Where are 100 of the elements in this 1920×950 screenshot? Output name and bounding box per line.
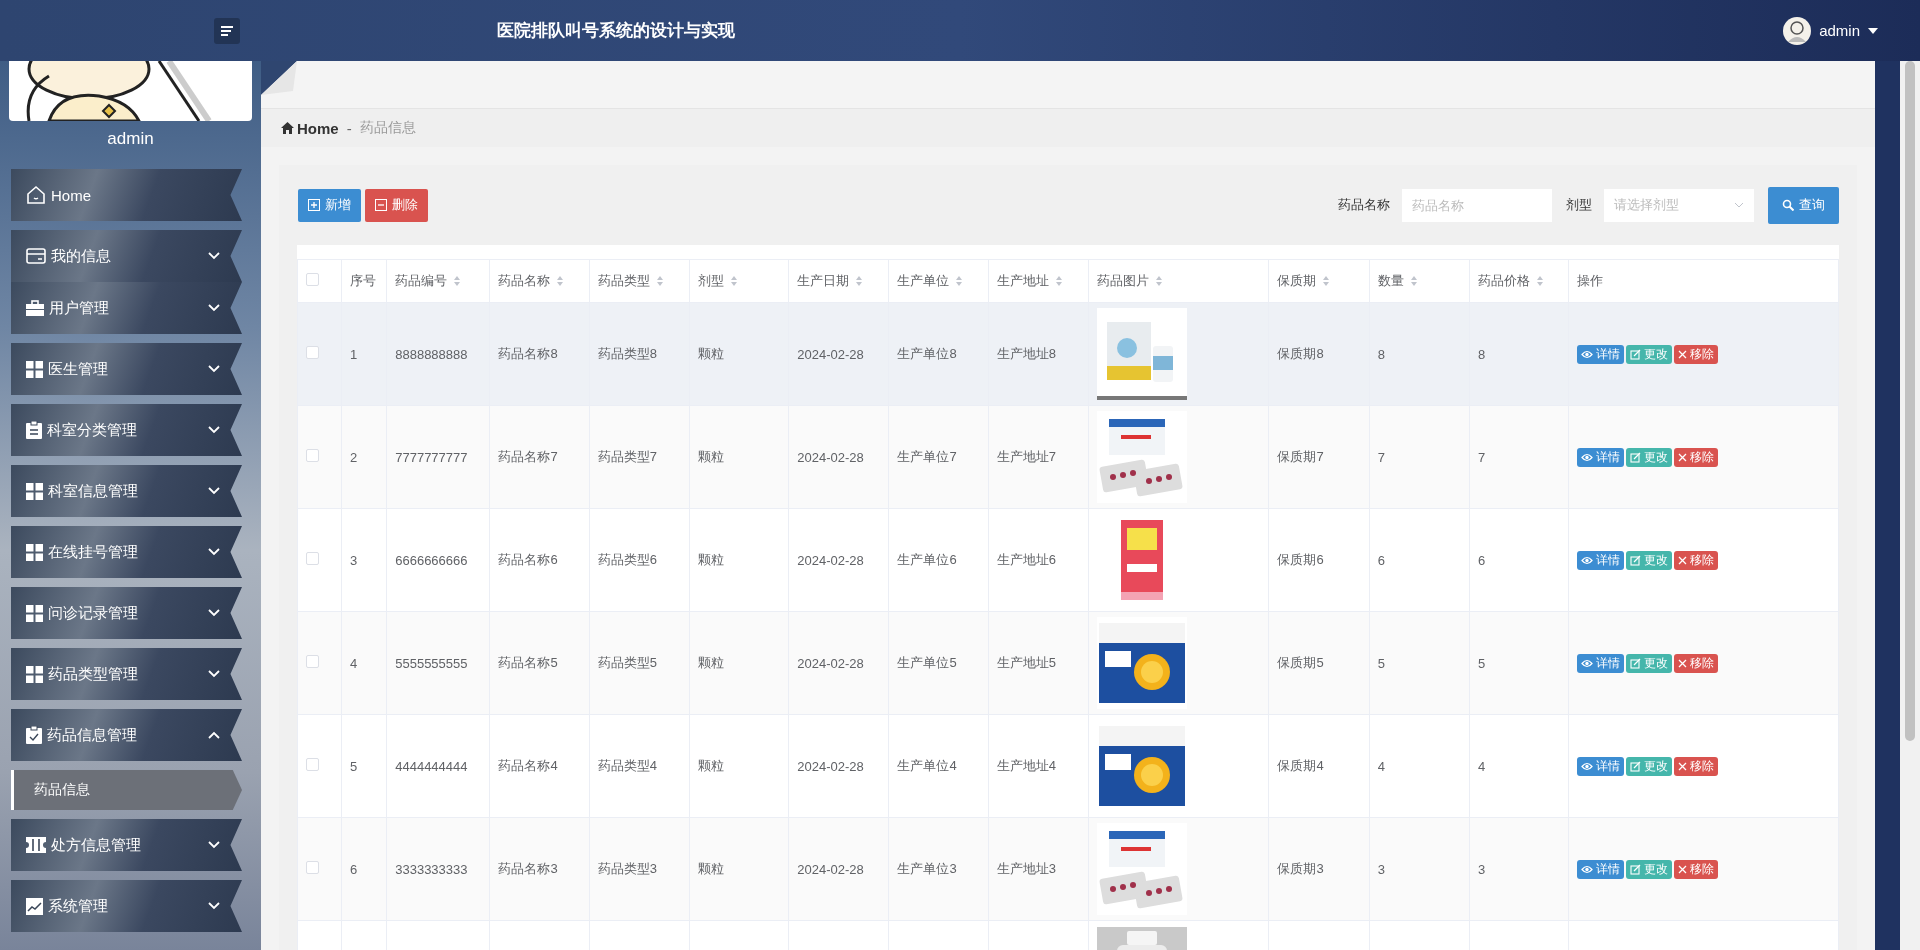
nav-item[interactable]: 用户管理 (11, 282, 242, 334)
edit-icon (1630, 657, 1642, 669)
table-cell: 生产单位6 (897, 552, 957, 567)
table-cell: 保质期3 (1277, 861, 1324, 876)
nav-item[interactable]: 在线挂号管理 (11, 526, 242, 578)
nav-item[interactable]: 问诊记录管理 (11, 587, 242, 639)
table-cell: 2024-02-28 (797, 758, 864, 774)
close-icon (1678, 555, 1688, 565)
remove-button[interactable]: 移除 (1674, 653, 1719, 673)
home-icon (281, 122, 294, 134)
view-button[interactable]: 详情 (1577, 447, 1625, 467)
view-button[interactable]: 详情 (1577, 550, 1625, 570)
row-checkbox[interactable] (306, 346, 319, 359)
table-row[interactable]: 4 5555555555 药品名称5 药品类型5 颗粒 2024-02-28 生产单位5 生产地址5 保质期5 5 5 详情 更改 移除 (297, 611, 1839, 715)
sort-icon[interactable] (1409, 275, 1418, 287)
avatar-icon[interactable] (1783, 16, 1812, 45)
table-cell: 药品类型8 (597, 346, 657, 361)
delete-button[interactable]: 删除 (365, 188, 428, 222)
view-button[interactable]: 详情 (1577, 653, 1625, 673)
grid-icon (26, 360, 43, 378)
sort-icon[interactable] (655, 275, 664, 287)
nav-item[interactable]: Home (11, 169, 242, 221)
name-search-field[interactable]: 药品名称 (1402, 188, 1552, 222)
select-all-checkbox[interactable] (306, 273, 319, 286)
row-checkbox[interactable] (306, 758, 319, 771)
user-name[interactable]: admin (1819, 22, 1860, 39)
chevron-down-icon (208, 365, 220, 373)
sort-icon[interactable] (955, 275, 964, 287)
view-button[interactable]: 详情 (1577, 859, 1625, 879)
row-checkbox[interactable] (306, 861, 319, 874)
row-checkbox[interactable] (306, 655, 319, 668)
grid-icon (26, 665, 43, 683)
table-cell: 生产地址7 (996, 449, 1056, 464)
remove-button[interactable]: 移除 (1674, 344, 1719, 364)
remove-button[interactable]: 移除 (1674, 550, 1719, 570)
column-header[interactable]: 剂型 (698, 272, 738, 290)
column-header[interactable]: 药品图片 (1097, 272, 1163, 290)
chevron-down-icon (208, 841, 220, 849)
table-row[interactable]: 1 8888888888 药品名称8 药品类型8 颗粒 2024-02-28 生产单位8 生产地址8 保质期8 8 8 详情 更改 移除 (297, 302, 1839, 406)
menu-toggle-button[interactable] (214, 17, 240, 44)
breadcrumb-home[interactable]: Home (281, 119, 339, 137)
table-cell: 颗粒 (698, 449, 724, 464)
table-cell: 保质期6 (1277, 552, 1324, 567)
search-button[interactable]: 查询 (1768, 186, 1839, 224)
table-cell: 保质期5 (1277, 655, 1324, 670)
chart-icon (26, 897, 43, 915)
grid-icon (26, 543, 43, 561)
chevron-down-icon (208, 670, 220, 678)
table-row[interactable]: 3 6666666666 药品名称6 药品类型6 颗粒 2024-02-28 生产单位6 生产地址6 保质期6 6 6 详情 更改 移除 (297, 508, 1839, 612)
table-row[interactable]: 5 4444444444 药品名称4 药品类型4 颗粒 2024-02-28 生产单位4 生产地址4 保质期4 4 4 详情 更改 移除 (297, 714, 1839, 818)
eye-icon (1581, 452, 1594, 462)
table-cell: 生产单位7 (897, 449, 957, 464)
view-button[interactable]: 详情 (1577, 756, 1625, 776)
table-cell: 药品类型5 (597, 655, 657, 670)
table-row[interactable]: 2 7777777777 药品名称7 药品类型7 颗粒 2024-02-28 生产单位7 生产地址7 保质期7 7 7 详情 更改 移除 (297, 405, 1839, 509)
table-cell: 生产地址4 (996, 758, 1056, 773)
sort-icon[interactable] (1535, 275, 1544, 287)
nav-subitem[interactable]: 药品信息 (11, 770, 242, 810)
table-cell: 颗粒 (698, 346, 724, 361)
remove-button[interactable]: 移除 (1674, 859, 1719, 879)
table-cell: 4 (350, 655, 358, 671)
close-icon (1678, 658, 1688, 668)
table-cell: 3333333333 (395, 861, 468, 877)
remove-button[interactable]: 移除 (1674, 447, 1719, 467)
field-label: 剂型 (1566, 196, 1592, 214)
clipboard-icon (26, 421, 42, 439)
sort-icon[interactable] (855, 275, 864, 287)
nav-item[interactable]: 科室分类管理 (11, 404, 242, 456)
nav-item[interactable]: 药品信息管理 (11, 709, 242, 761)
nav-item[interactable]: 处方信息管理 (11, 819, 242, 871)
remove-button[interactable]: 移除 (1674, 756, 1719, 776)
nav-item[interactable]: 医生管理 (11, 343, 242, 395)
sort-icon[interactable] (556, 275, 565, 287)
nav-item[interactable]: 我的信息 (11, 230, 242, 282)
column-header[interactable]: 数量 (1377, 272, 1418, 290)
table-cell: 5 (350, 758, 358, 774)
search-icon (1782, 199, 1794, 211)
nav-item[interactable]: 科室信息管理 (11, 465, 242, 517)
chevron-down-icon (208, 252, 220, 260)
sort-icon[interactable] (453, 275, 462, 287)
clipboard-check-icon (26, 726, 42, 744)
table-cell: 2024-02-28 (797, 655, 864, 671)
nav-item[interactable]: 系统管理 (11, 880, 242, 932)
row-checkbox[interactable] (306, 449, 319, 462)
add-button[interactable]: 新增 (298, 188, 361, 222)
table-cell: 4444444444 (395, 758, 468, 774)
table-cell: 7 (1477, 449, 1486, 465)
view-button[interactable]: 详情 (1577, 344, 1625, 364)
table-cell: 药品名称8 (498, 346, 558, 361)
caret-icon[interactable] (1868, 27, 1878, 34)
sort-icon[interactable] (1155, 275, 1163, 287)
sort-icon[interactable] (1322, 275, 1331, 287)
column-header: 序号 (350, 272, 377, 290)
sort-icon[interactable] (1054, 275, 1063, 287)
table-cell: 3 (1377, 861, 1385, 877)
scrollbar[interactable] (1900, 61, 1920, 950)
nav-item[interactable]: 药品类型管理 (11, 648, 242, 700)
sort-icon[interactable] (730, 275, 738, 287)
row-checkbox[interactable] (306, 552, 319, 565)
table-row[interactable]: 6 3333333333 药品名称3 药品类型3 颗粒 2024-02-28 生产单位3 生产地址3 保质期3 3 3 详情 更改 移除 (297, 817, 1839, 921)
